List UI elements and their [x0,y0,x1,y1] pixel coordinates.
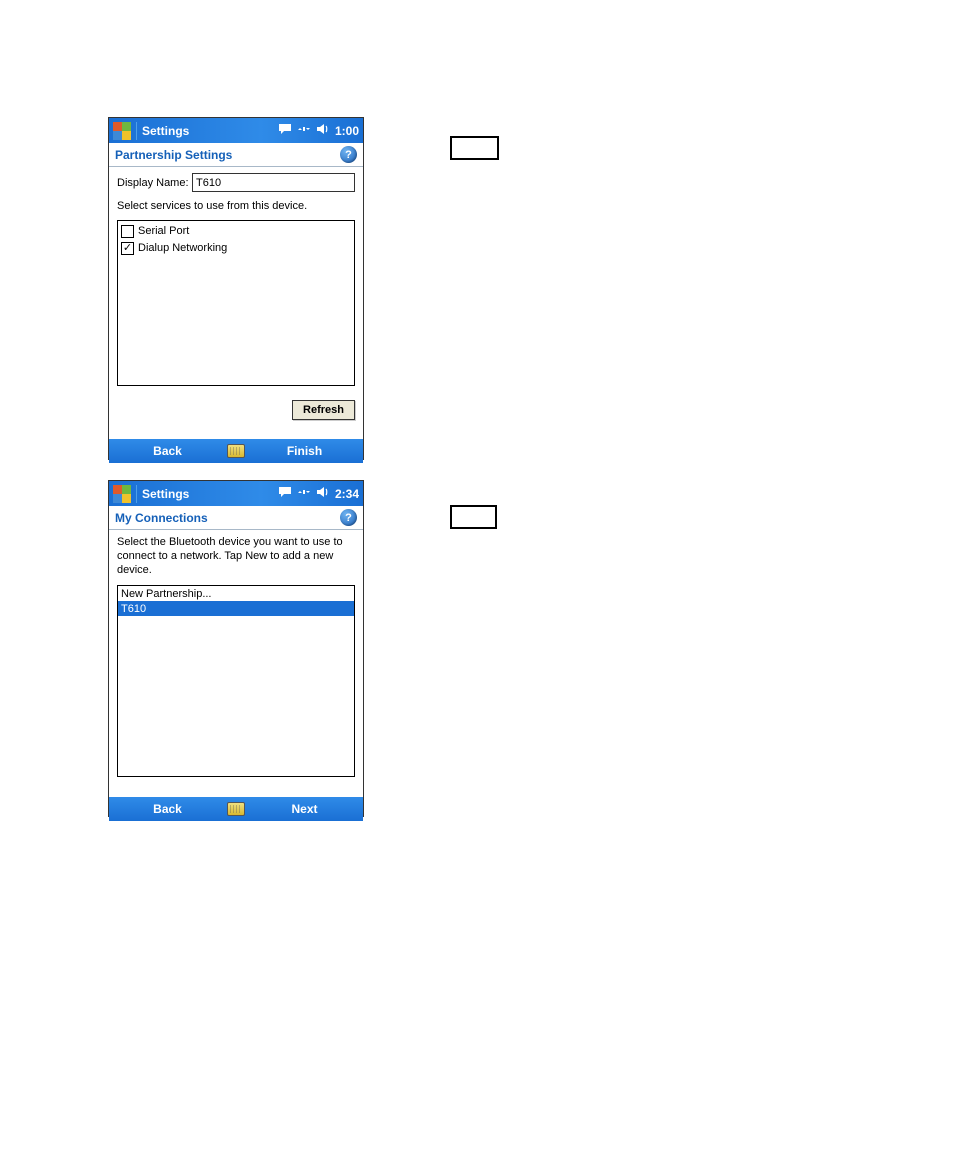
finish-button[interactable]: Finish [246,444,363,458]
services-instruction: Select services to use from this device. [117,200,355,214]
subheader: Partnership Settings ? [109,143,363,167]
instruction-text: Select the Bluetooth device you want to … [117,536,355,577]
app-title: Settings [142,487,278,501]
checkbox-checked-icon[interactable]: ✓ [121,242,134,255]
connectivity-icon[interactable] [297,123,311,138]
menubar: Back Next [109,797,363,821]
list-item-label: New Partnership... [121,588,211,600]
annotation-box [450,136,499,160]
refresh-button[interactable]: Refresh [292,400,355,420]
service-label: Dialup Networking [138,242,227,254]
chat-bubble-icon[interactable] [278,123,292,138]
service-item-serial-port[interactable]: Serial Port [121,223,351,240]
screenshot-my-connections: Settings 2:34 My Connections ? Select th… [108,480,364,817]
help-icon[interactable]: ? [340,146,357,163]
titlebar[interactable]: Settings 2:34 [109,481,363,506]
connectivity-icon[interactable] [297,486,311,501]
sip-keyboard-icon[interactable] [226,441,246,461]
app-title: Settings [142,124,278,138]
tray: 1:00 [278,123,359,138]
clock-text[interactable]: 1:00 [335,124,359,138]
next-button[interactable]: Next [246,802,363,816]
titlebar-separator [136,122,137,140]
page-title: My Connections [115,511,208,525]
checkbox-icon[interactable] [121,225,134,238]
titlebar[interactable]: Settings 1:00 [109,118,363,143]
sip-keyboard-icon[interactable] [226,799,246,819]
services-list[interactable]: Serial Port ✓ Dialup Networking [117,220,355,386]
service-item-dialup-networking[interactable]: ✓ Dialup Networking [121,240,351,257]
content-area: Display Name: Select services to use fro… [109,167,363,439]
back-button[interactable]: Back [109,444,226,458]
service-label: Serial Port [138,225,189,237]
menubar: Back Finish [109,439,363,463]
chat-bubble-icon[interactable] [278,486,292,501]
clock-text[interactable]: 2:34 [335,487,359,501]
speaker-icon[interactable] [316,486,330,501]
subheader: My Connections ? [109,506,363,530]
list-item-t610[interactable]: T610 [118,601,354,616]
device-list[interactable]: New Partnership... T610 [117,585,355,777]
display-name-label: Display Name: [117,177,192,189]
display-name-row: Display Name: [117,173,355,192]
back-button[interactable]: Back [109,802,226,816]
annotation-box [450,505,497,529]
content-area: Select the Bluetooth device you want to … [109,530,363,797]
start-flag-icon[interactable] [113,485,131,503]
display-name-input[interactable] [192,173,355,192]
titlebar-separator [136,485,137,503]
start-flag-icon[interactable] [113,122,131,140]
page-title: Partnership Settings [115,148,232,162]
help-icon[interactable]: ? [340,509,357,526]
list-item-new-partnership[interactable]: New Partnership... [118,586,354,601]
screenshot-partnership-settings: Settings 1:00 Partnership Settings ? Dis… [108,117,364,460]
speaker-icon[interactable] [316,123,330,138]
list-item-label: T610 [121,603,146,615]
tray: 2:34 [278,486,359,501]
